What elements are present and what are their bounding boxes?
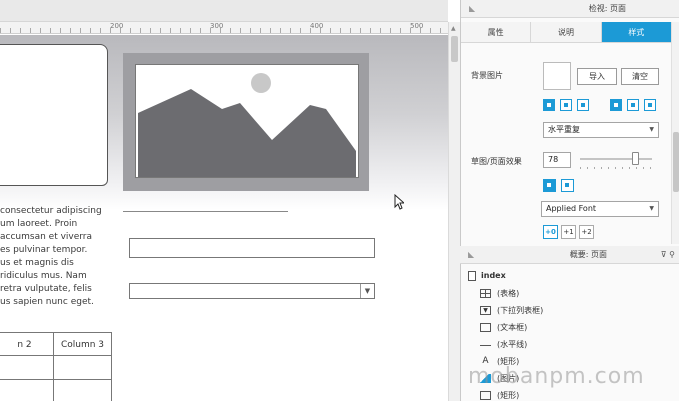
table-cell — [0, 356, 54, 379]
tab-style[interactable]: 样式 — [601, 22, 671, 42]
inspector-tabs: 属性 说明 样式 — [461, 22, 671, 43]
valign-bottom-icon[interactable] — [644, 99, 656, 111]
outline-item[interactable]: (矩形) — [460, 388, 679, 401]
color-sketch-icon[interactable] — [543, 179, 556, 192]
grayscale-sketch-icon[interactable] — [561, 179, 574, 192]
watermark: mobanpm.com — [468, 364, 645, 389]
sketch-slider-track[interactable] — [580, 158, 652, 160]
clear-button[interactable]: 清空 — [621, 68, 659, 85]
font-size-plus0-button[interactable]: +0 — [543, 225, 558, 239]
valign-middle-icon[interactable] — [627, 99, 639, 111]
hline-icon — [480, 345, 491, 346]
chevron-down-icon: ▼ — [649, 205, 654, 212]
scrollbar-thumb[interactable] — [451, 36, 458, 62]
table-cell — [54, 356, 112, 379]
mountain-image-icon — [138, 73, 356, 177]
font-size-plus2-button[interactable]: +2 — [579, 225, 594, 239]
inspector-scrollbar[interactable] — [671, 22, 679, 244]
paragraph-line: us sapien nunc eget. — [0, 297, 94, 307]
table-header-cell: Column 3 — [54, 333, 112, 355]
page-icon — [468, 271, 476, 281]
table-header-cell: n 2 — [0, 333, 54, 355]
dropdown-icon: ▼ — [480, 306, 491, 315]
table-cell — [0, 380, 54, 401]
paragraph-line: um laoreet. Proin — [0, 219, 78, 229]
rectangle-widget[interactable] — [0, 44, 108, 186]
horizontal-ruler: 200 300 400 500 — [0, 22, 448, 34]
inspector-header: ◣ 检视: 页面 — [461, 0, 679, 18]
repeat-select[interactable]: 水平重复 ▼ — [543, 122, 659, 138]
paragraph-line: es pulvinar tempor. — [0, 245, 88, 255]
collapse-icon[interactable]: ◣ — [469, 0, 475, 18]
ruler-ticks — [0, 28, 448, 33]
paragraph-text[interactable]: consectetur adipiscing um laoreet. Proin… — [0, 205, 112, 309]
tab-properties[interactable]: 属性 — [461, 22, 532, 42]
font-select[interactable]: Applied Font ▼ — [541, 201, 659, 217]
design-canvas[interactable]: 200 300 400 500 consectetur adipiscing u… — [0, 0, 460, 401]
image-placeholder — [135, 64, 359, 178]
outline-root[interactable]: index — [460, 268, 679, 284]
image-widget[interactable] — [123, 53, 369, 191]
chevron-down-icon: ▼ — [360, 284, 374, 298]
table-header-row: n 2 Column 3 — [0, 332, 112, 356]
tab-notes[interactable]: 说明 — [531, 22, 602, 42]
outline-item[interactable]: ▼ (下拉列表框) — [460, 303, 679, 319]
collapse-icon[interactable]: ◣ — [468, 246, 474, 264]
repeat-select-value: 水平重复 — [548, 125, 580, 134]
dropdown-widget[interactable]: ▼ — [129, 283, 375, 299]
canvas-toolbar-strip — [0, 0, 448, 22]
table-widget[interactable]: n 2 Column 3 — [0, 332, 112, 401]
textbox-icon — [480, 323, 491, 332]
outline-item-label: (水平线) — [497, 340, 528, 349]
sketch-value-input[interactable]: 78 — [543, 152, 571, 168]
font-select-value: Applied Font — [546, 204, 597, 213]
table-row — [0, 380, 112, 401]
outline-item[interactable]: (水平线) — [460, 337, 679, 353]
outline-header: ◣ 概要: 页面 ⊽ ⚲ — [460, 246, 679, 264]
align-left-icon[interactable] — [543, 99, 555, 111]
outline-item-label: (表格) — [497, 289, 520, 298]
outline-item-label: (文本框) — [497, 323, 528, 332]
import-button[interactable]: 导入 — [577, 68, 617, 85]
outline-item-label: (下拉列表框) — [497, 306, 544, 315]
paragraph-line: ridiculus mus. Nam — [0, 271, 87, 281]
scroll-up-icon[interactable]: ▲ — [451, 25, 456, 32]
paragraph-line: consectetur adipiscing — [0, 206, 102, 216]
valign-top-icon[interactable] — [610, 99, 622, 111]
filter-search-icons[interactable]: ⊽ ⚲ — [661, 246, 675, 264]
textbox-widget[interactable] — [129, 238, 375, 258]
table-row — [0, 356, 112, 380]
paragraph-line: accumsan et viverra — [0, 232, 93, 242]
outline-item[interactable]: (文本框) — [460, 320, 679, 336]
slider-scale — [580, 167, 652, 169]
canvas-vertical-scrollbar[interactable]: ▲ — [448, 22, 460, 401]
align-center-icon[interactable] — [560, 99, 572, 111]
align-right-icon[interactable] — [577, 99, 589, 111]
mouse-cursor-icon — [394, 193, 406, 212]
outline-root-label: index — [481, 271, 506, 280]
scrollbar-thumb[interactable] — [673, 132, 679, 192]
sketch-effect-label: 草图/页面效果 — [471, 157, 522, 166]
inspector-title: 检视: 页面 — [588, 4, 626, 13]
horizontal-line-widget[interactable] — [123, 211, 288, 212]
outline-item-label: (矩形) — [497, 391, 520, 400]
outline-title: 概要: 页面 — [569, 250, 607, 259]
table-icon — [480, 289, 491, 298]
font-size-plus1-button[interactable]: +1 — [561, 225, 576, 239]
background-image-thumbnail[interactable] — [543, 62, 571, 90]
chevron-down-icon: ▼ — [649, 126, 654, 133]
paragraph-line: us et magnis dis — [0, 258, 74, 268]
paragraph-line: retra vulputate, felis — [0, 284, 92, 294]
sketch-value: 78 — [548, 155, 559, 164]
outline-item[interactable]: (表格) — [460, 286, 679, 302]
table-cell — [54, 380, 112, 401]
rectangle-icon — [480, 391, 491, 400]
background-image-label: 背景图片 — [471, 71, 503, 80]
sketch-slider-handle[interactable] — [632, 152, 639, 165]
